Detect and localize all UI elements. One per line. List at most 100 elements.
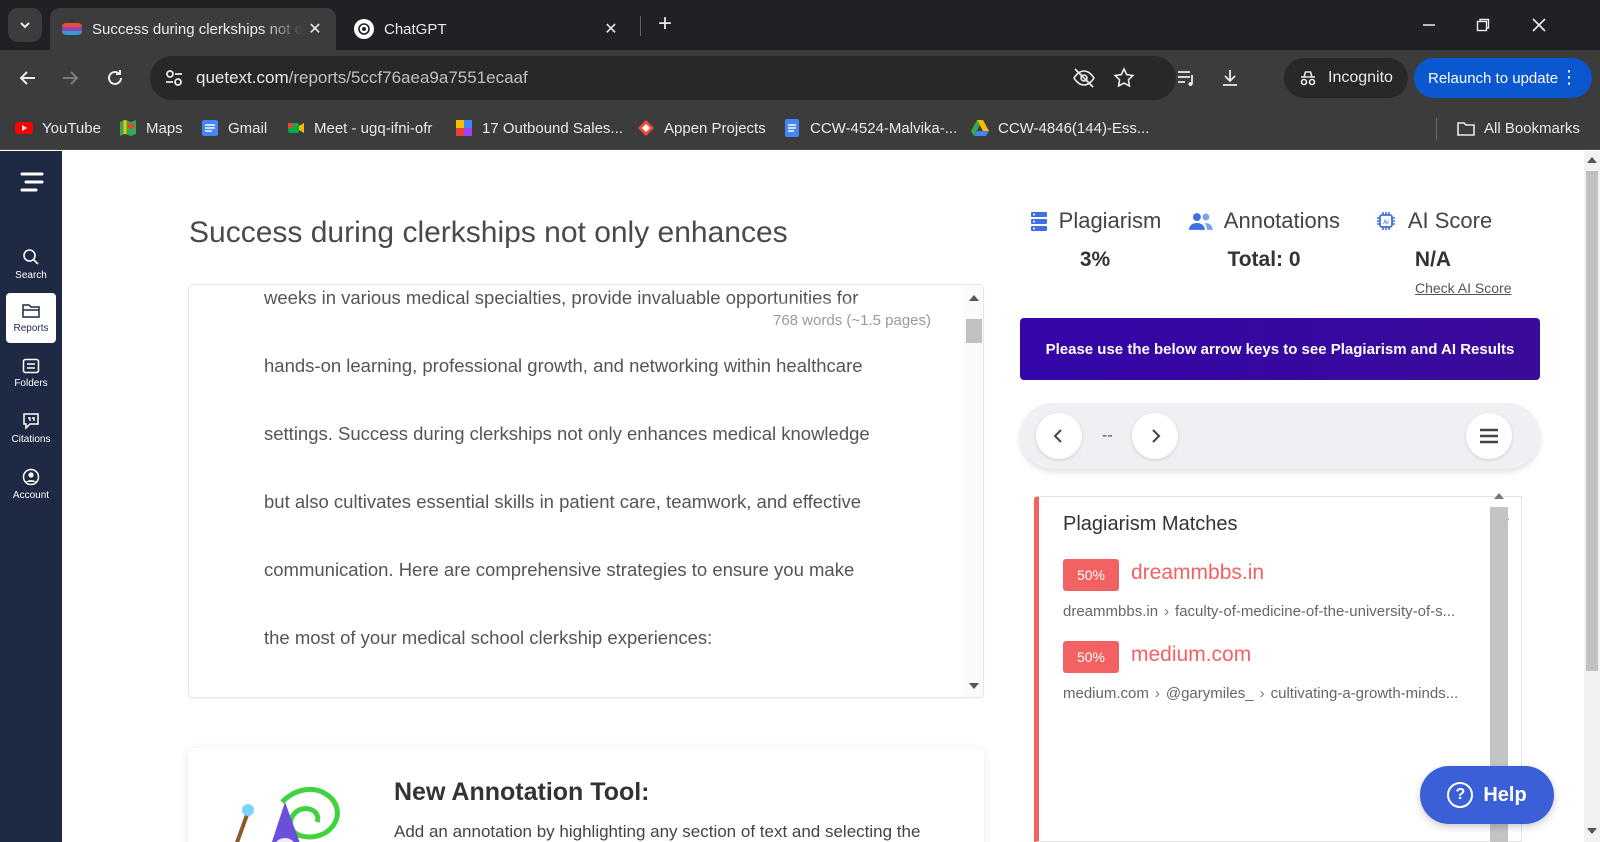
new-tab-button[interactable]: + xyxy=(652,12,678,38)
results-navigation-bar: -- xyxy=(1020,403,1540,469)
ai-score-label: AI Score xyxy=(1407,208,1493,233)
bookmark-meet[interactable]: Meet - ugq-ifni-ofr xyxy=(286,116,432,140)
document-title: Success during clerkships not only enhan… xyxy=(189,216,788,249)
next-result-button[interactable] xyxy=(1132,413,1178,459)
more-vert-icon[interactable]: ⋮ xyxy=(1560,68,1578,86)
tab-title: ChatGPT xyxy=(384,20,447,38)
all-bookmarks-button[interactable]: All Bookmarks xyxy=(1456,116,1580,140)
youtube-icon xyxy=(15,122,33,134)
match-item[interactable]: 50% medium.com medium.com › @garymiles_ › cu… xyxy=(1063,641,1503,711)
scroll-up-icon[interactable] xyxy=(969,295,979,301)
text-line: Thorough Preparation Before Each Rotatio… xyxy=(264,672,904,697)
all-bookmarks-label: All Bookmarks xyxy=(1484,119,1580,137)
bookmark-youtube[interactable]: YouTube xyxy=(14,116,101,140)
match-path: dreammbbs.in › faculty-of-medicine-of-the-… xyxy=(1063,603,1455,620)
browser-tab-bar: Success during clerkships not o ✕ ChatGP… xyxy=(0,0,1600,50)
incognito-icon xyxy=(1300,71,1316,86)
close-window-icon[interactable] xyxy=(1524,10,1554,40)
minimize-icon[interactable] xyxy=(1414,10,1444,40)
arrow-right-icon xyxy=(63,71,79,85)
page-scrollbar[interactable] xyxy=(1584,151,1600,842)
eye-off-icon[interactable] xyxy=(1072,66,1096,90)
sidebar-item-label: Citations xyxy=(11,433,51,445)
ai-chip-icon: AI xyxy=(1376,212,1395,230)
star-icon[interactable] xyxy=(1112,66,1136,90)
sidebar-item-search[interactable]: Search xyxy=(6,239,56,289)
tab-quetext-report[interactable]: Success during clerkships not o ✕ xyxy=(50,8,336,50)
sidebar-item-label: Search xyxy=(15,269,47,281)
document-scrollbar[interactable] xyxy=(963,285,983,697)
server-icon xyxy=(1030,212,1047,231)
sidebar-item-reports[interactable]: Reports xyxy=(6,293,56,343)
url-path: /reports/5ccf76aea9a7551ecaaf xyxy=(288,68,528,87)
word-count-badge: 768 words (~1.5 pages) xyxy=(760,305,943,336)
sidebar-item-citations[interactable]: Citations xyxy=(6,403,56,453)
document-text[interactable]: weeks in various medical specialties, pr… xyxy=(264,285,904,697)
scroll-up-icon[interactable] xyxy=(1494,493,1504,499)
bookmark-maps[interactable]: Maps xyxy=(118,116,183,140)
sidebar-item-account[interactable]: Account xyxy=(6,459,56,509)
results-menu-button[interactable] xyxy=(1466,413,1512,459)
maps-icon xyxy=(120,120,136,136)
scroll-thumb[interactable] xyxy=(966,319,982,343)
match-domain-link[interactable]: medium.com xyxy=(1131,643,1251,667)
annotation-tool-description: Add an annotation by highlighting any se… xyxy=(394,822,921,841)
scroll-down-icon[interactable] xyxy=(1587,828,1597,834)
plagiarism-stat: Plagiarism 3% xyxy=(1020,208,1170,272)
bookmark-label: Maps xyxy=(146,119,183,137)
incognito-indicator[interactable]: Incognito xyxy=(1284,58,1408,98)
bookmark-gmail[interactable]: Gmail xyxy=(200,116,267,140)
annotations-value: Total: 0 xyxy=(1227,248,1301,271)
bookmark-label: YouTube xyxy=(42,119,101,137)
close-tab-icon[interactable]: ✕ xyxy=(304,18,326,40)
match-item[interactable]: 50% dreammbbs.in dreammbbs.in › faculty-of… xyxy=(1063,559,1503,629)
back-button[interactable] xyxy=(14,64,42,92)
path-segment: @garymiles_ xyxy=(1165,685,1254,702)
match-domain-link[interactable]: dreammbbs.in xyxy=(1131,561,1264,585)
sidebar-item-folders[interactable]: Folders xyxy=(6,348,56,398)
address-bar[interactable]: quetext.com/reports/5ccf76aea9a7551ecaaf xyxy=(150,56,1176,100)
bookmark-label: CCW-4524-Malvika-... xyxy=(810,119,958,137)
help-label: Help xyxy=(1483,783,1527,806)
text-line: but also cultivates essential skills in … xyxy=(264,491,862,512)
previous-result-button[interactable] xyxy=(1036,413,1082,459)
bookmark-label: Appen Projects xyxy=(664,119,766,137)
tab-chatgpt[interactable]: ChatGPT ✕ xyxy=(342,8,632,50)
site-info-icon[interactable] xyxy=(162,66,186,90)
download-icon[interactable] xyxy=(1216,64,1244,92)
url-text[interactable]: quetext.com/reports/5ccf76aea9a7551ecaaf xyxy=(196,68,528,88)
forward-button[interactable] xyxy=(56,64,84,92)
path-segment: medium.com xyxy=(1063,685,1149,702)
result-counter: -- xyxy=(1102,427,1113,444)
restore-icon[interactable] xyxy=(1468,10,1498,40)
bookmark-label: Gmail xyxy=(228,119,268,137)
close-tab-icon[interactable]: ✕ xyxy=(600,18,622,40)
tab-search-button[interactable] xyxy=(8,8,42,42)
scroll-thumb[interactable] xyxy=(1586,171,1598,671)
scroll-up-icon[interactable] xyxy=(1587,157,1597,163)
menu-logo-icon[interactable] xyxy=(20,171,44,193)
path-segment: cultivating-a-growth-minds... xyxy=(1270,685,1459,702)
help-button[interactable]: ? Help xyxy=(1420,766,1554,824)
bookmark-ccw-4524[interactable]: CCW-4524-Malvika-... xyxy=(782,116,957,140)
bookmark-ccw-4846[interactable]: CCW-4846(144)-Ess... xyxy=(970,116,1149,140)
hamburger-menu-icon xyxy=(1480,428,1498,444)
reload-button[interactable] xyxy=(101,64,129,92)
chevron-down-icon xyxy=(20,22,30,29)
sidebar-item-label: Reports xyxy=(13,322,49,334)
sheets-icon xyxy=(456,120,472,136)
url-host: quetext.com xyxy=(196,68,289,87)
bookmark-label: CCW-4846(144)-Ess... xyxy=(998,119,1150,137)
search-icon xyxy=(23,248,39,265)
relaunch-to-update-button[interactable]: Relaunch to update ⋮ xyxy=(1414,58,1592,98)
scroll-down-icon[interactable] xyxy=(969,683,979,689)
document-text-panel[interactable]: weeks in various medical specialties, pr… xyxy=(188,284,984,698)
plagiarism-matches-title: Plagiarism Matches xyxy=(1063,513,1238,535)
check-ai-score-link[interactable]: Check AI Score xyxy=(1415,280,1512,296)
text-line: the most of your medical school clerkshi… xyxy=(264,627,713,648)
bookmark-appen-projects[interactable]: Appen Projects xyxy=(636,116,766,140)
breadcrumb-chevron-icon: › xyxy=(1259,685,1265,702)
bookmark-outbound-sales[interactable]: 17 Outbound Sales... xyxy=(454,116,623,140)
docs-icon xyxy=(785,119,799,137)
reading-list-icon[interactable] xyxy=(1172,64,1200,92)
